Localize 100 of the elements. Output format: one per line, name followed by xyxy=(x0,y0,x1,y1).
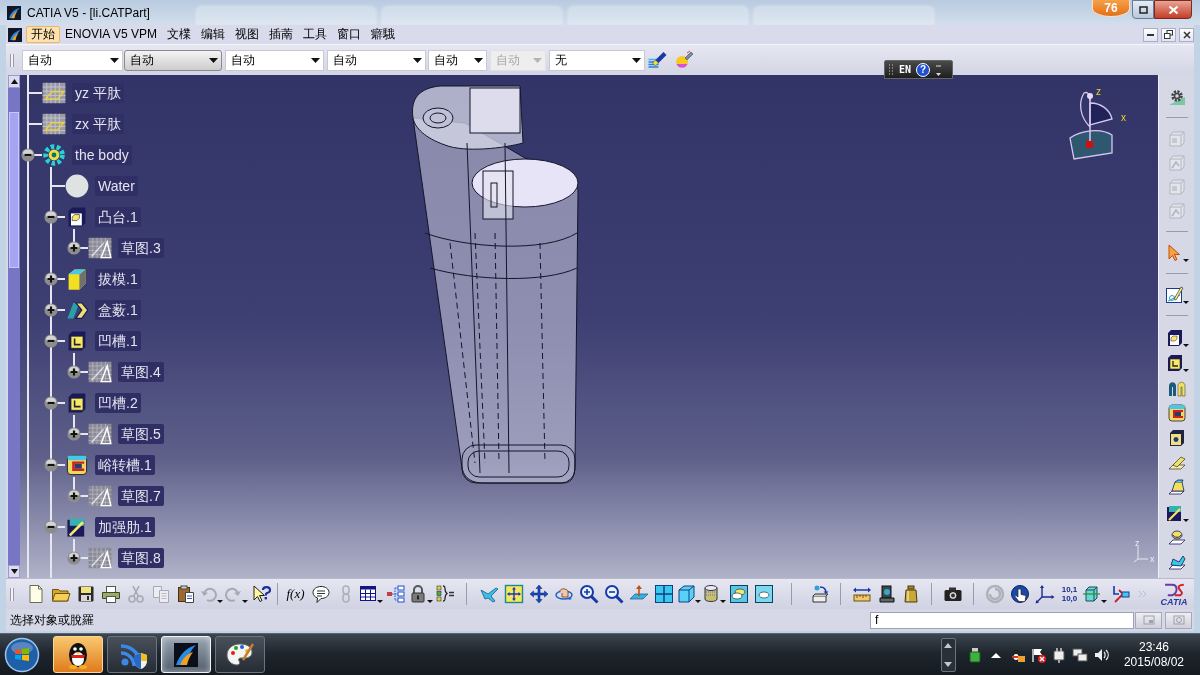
clock-date[interactable]: 2015/08/02 xyxy=(1123,654,1184,670)
menu-item[interactable]: 开始 xyxy=(26,26,60,43)
minus-icon[interactable] xyxy=(44,333,58,348)
sketch-pencil-icon[interactable] xyxy=(1164,285,1189,305)
power-plug-icon[interactable] xyxy=(1051,646,1068,663)
restore-button[interactable] xyxy=(1161,27,1176,42)
close-button[interactable] xyxy=(1154,0,1192,19)
c-shape-icon[interactable] xyxy=(1166,402,1187,423)
plus-icon[interactable] xyxy=(67,426,81,441)
formula-button[interactable]: f(x) xyxy=(283,581,308,607)
plus-icon[interactable] xyxy=(67,364,81,379)
tree-item[interactable]: 草图.4 xyxy=(118,361,164,382)
fit-all-icon[interactable] xyxy=(503,584,524,604)
tree-item[interactable]: 草图.7 xyxy=(118,485,164,506)
loft-icon[interactable] xyxy=(1166,477,1187,498)
options-arrow-icon[interactable] xyxy=(935,62,943,77)
tree-item[interactable]: 凸台.1 xyxy=(95,206,141,227)
tree-item[interactable]: 凹槽.1 xyxy=(95,330,141,351)
pan-icon[interactable] xyxy=(528,584,549,604)
grid-view-icon[interactable] xyxy=(653,584,674,604)
dropdown[interactable]: 自动 xyxy=(327,49,426,71)
network-icon[interactable] xyxy=(1072,646,1089,663)
close-button[interactable] xyxy=(1179,27,1194,42)
dropdown[interactable]: 自动 xyxy=(225,49,324,71)
plus-icon[interactable] xyxy=(67,240,81,255)
zoom-in-icon[interactable] xyxy=(578,584,599,604)
command-field[interactable]: f xyxy=(870,611,1134,629)
tree-item[interactable]: 凹槽.2 xyxy=(95,392,141,413)
table-icon[interactable] xyxy=(358,584,383,604)
menu-item[interactable]: 窗口 xyxy=(332,26,367,43)
zoom-out-icon[interactable] xyxy=(603,584,624,604)
menu-item[interactable]: 工具 xyxy=(298,26,333,43)
scroll-down-button[interactable] xyxy=(8,565,20,578)
axis-icon[interactable] xyxy=(1034,584,1055,604)
compass-drawing[interactable] xyxy=(1069,91,1113,160)
minus-icon[interactable] xyxy=(44,395,58,410)
tree-item[interactable]: 峪转槽.1 xyxy=(95,454,155,475)
plus-icon[interactable] xyxy=(44,271,58,286)
help-cursor-icon[interactable] xyxy=(250,584,271,604)
tree-item[interactable]: 草图.3 xyxy=(118,237,164,258)
clock-time[interactable]: 23:46 xyxy=(1138,639,1169,655)
tree-item[interactable]: Water xyxy=(95,175,138,196)
grip-icon[interactable] xyxy=(888,63,894,76)
toolbar-grip[interactable] xyxy=(10,53,14,67)
dropdown[interactable]: 自动 xyxy=(428,49,487,71)
taskbar-scroll-control[interactable] xyxy=(940,637,956,672)
toolbar-grip[interactable] xyxy=(10,587,14,601)
dropdown[interactable]: 自动 xyxy=(22,49,123,71)
cube-arrows-icon[interactable] xyxy=(1082,584,1107,604)
minus-icon[interactable] xyxy=(21,147,35,162)
menu-item[interactable]: ENOVIA V5 VPM xyxy=(60,26,163,43)
dome-icon[interactable] xyxy=(1166,527,1187,548)
menu-item[interactable]: 文檏 xyxy=(162,26,197,43)
paint-brush-icon[interactable] xyxy=(647,50,668,70)
tree-item[interactable]: 草图.8 xyxy=(118,547,164,568)
tree-item[interactable]: 拔模.1 xyxy=(95,268,141,289)
menu-item[interactable]: 编辑 xyxy=(196,26,231,43)
scroll-up-button[interactable] xyxy=(8,75,20,88)
language-indicator[interactable]: EN xyxy=(899,64,912,75)
tree-item[interactable]: yz 平肽 xyxy=(72,82,124,103)
usb-drive-icon[interactable] xyxy=(967,646,984,663)
tree-diagram-icon[interactable] xyxy=(385,584,406,604)
tree-item[interactable]: 草图.5 xyxy=(118,423,164,444)
cylinder-icon[interactable] xyxy=(701,584,726,604)
scroll-thumb[interactable] xyxy=(9,112,19,268)
taskbar-button[interactable] xyxy=(107,636,157,673)
tree-item[interactable]: the body xyxy=(72,144,132,165)
help-button[interactable]: ? xyxy=(916,62,931,77)
tree-item[interactable]: 盒薮.1 xyxy=(95,299,141,320)
clipboard-icon[interactable] xyxy=(175,584,196,604)
minus-icon[interactable] xyxy=(44,457,58,472)
dropdown[interactable]: 自动 xyxy=(124,49,222,71)
flag-icon[interactable] xyxy=(1030,646,1047,663)
minus-icon[interactable] xyxy=(44,209,58,224)
taskbar-button[interactable] xyxy=(215,636,265,673)
tree-scrollbar[interactable] xyxy=(8,75,20,578)
menu-item[interactable]: 视图 xyxy=(230,26,265,43)
menu-item[interactable]: 癖騀 xyxy=(366,26,401,43)
cube-icon[interactable] xyxy=(676,584,701,604)
padlock-icon[interactable] xyxy=(408,584,433,604)
dropdown[interactable]: 无 xyxy=(549,49,645,71)
brace-equals-icon[interactable] xyxy=(435,584,456,604)
menu-item[interactable]: 插萳 xyxy=(264,26,299,43)
start-button[interactable] xyxy=(4,636,40,673)
tree-item[interactable]: zx 平肽 xyxy=(72,113,124,134)
box-arrow-icon[interactable] xyxy=(809,584,830,604)
speech-bubble-icon[interactable] xyxy=(310,584,331,604)
plus-icon[interactable] xyxy=(67,488,81,503)
hide-show-icon[interactable] xyxy=(728,584,749,604)
minimize-button[interactable] xyxy=(1143,27,1158,42)
printer-icon[interactable] xyxy=(100,584,121,604)
plus-icon[interactable] xyxy=(44,302,58,317)
minus-icon[interactable] xyxy=(44,519,58,534)
machine-icon[interactable] xyxy=(876,584,897,604)
restore-button[interactable] xyxy=(1132,0,1154,19)
swap-icon[interactable] xyxy=(753,584,774,604)
sphere-pencil-icon[interactable] xyxy=(674,50,694,70)
hand-globe-icon[interactable] xyxy=(1009,584,1030,604)
number-format-button[interactable]: 10,1 10,0 xyxy=(1057,581,1082,607)
plus-icon[interactable] xyxy=(67,550,81,565)
